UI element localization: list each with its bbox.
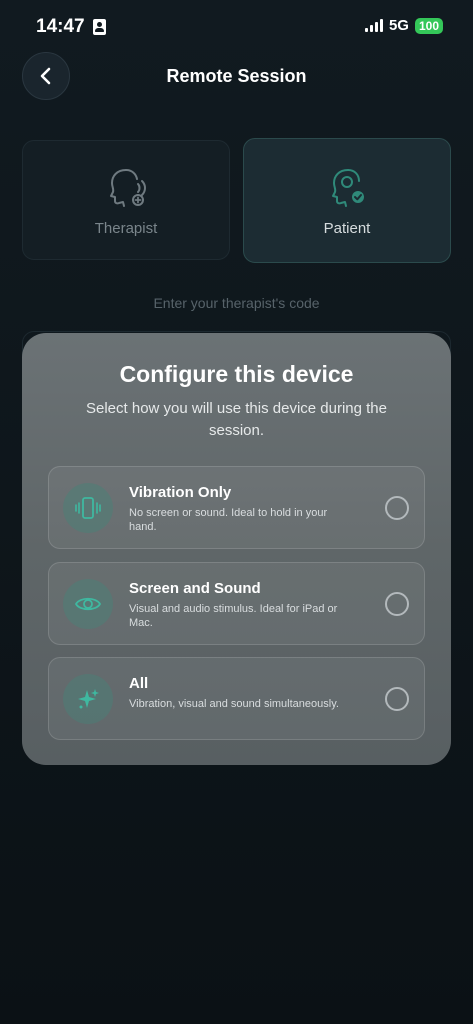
sheet-subtitle: Select how you will use this device duri…	[86, 400, 387, 439]
remote-session-screen: 14:47 5G 100 Remote Session Therapist Pa…	[0, 0, 473, 1024]
network-label: 5G	[388, 17, 409, 34]
option-all[interactable]: All Vibration, visual and sound simultan…	[48, 657, 425, 740]
role-card-patient[interactable]: Patient	[243, 138, 451, 263]
option-title: All	[129, 675, 149, 692]
role-label-patient: Patient	[323, 220, 371, 237]
option-description: No screen or sound. Ideal to hold in you…	[129, 507, 328, 533]
contact-card-icon	[92, 19, 106, 35]
page-title: Remote Session	[166, 66, 307, 86]
option-screen-and-sound[interactable]: Screen and Sound Visual and audio stimul…	[48, 562, 425, 645]
role-label-therapist: Therapist	[94, 219, 158, 237]
option-description: Visual and audio stimulus. Ideal for iPa…	[129, 603, 338, 629]
radio-button[interactable]	[385, 687, 409, 711]
option-vibration-only[interactable]: Vibration Only No screen or sound. Ideal…	[48, 466, 425, 549]
option-icon-badge	[63, 674, 113, 724]
option-description: Vibration, visual and sound simultaneous…	[129, 698, 339, 710]
option-title: Vibration Only	[129, 484, 232, 501]
option-icon-badge	[63, 483, 113, 533]
option-icon-badge	[63, 579, 113, 629]
signal-bars-icon	[364, 19, 383, 32]
battery-badge: 100	[414, 17, 443, 34]
radio-button[interactable]	[385, 496, 409, 520]
head-check-icon	[332, 169, 364, 207]
role-card-therapist[interactable]: Therapist	[22, 140, 230, 260]
sparkles-icon	[78, 689, 99, 709]
code-hint-label: Enter your therapist's code	[153, 295, 320, 311]
phone-vibrate-icon	[75, 497, 101, 519]
sheet-title: Configure this device	[119, 361, 354, 387]
radio-button[interactable]	[385, 592, 409, 616]
status-bar-indicators: 5G 100	[364, 17, 443, 34]
option-title: Screen and Sound	[129, 580, 261, 597]
status-bar-time: 14:47	[36, 16, 106, 38]
speaking-head-icon	[110, 168, 146, 207]
time-label: 14:47	[36, 16, 85, 37]
eye-icon	[75, 597, 101, 611]
configure-device-sheet: Configure this device Select how you wil…	[22, 333, 451, 765]
